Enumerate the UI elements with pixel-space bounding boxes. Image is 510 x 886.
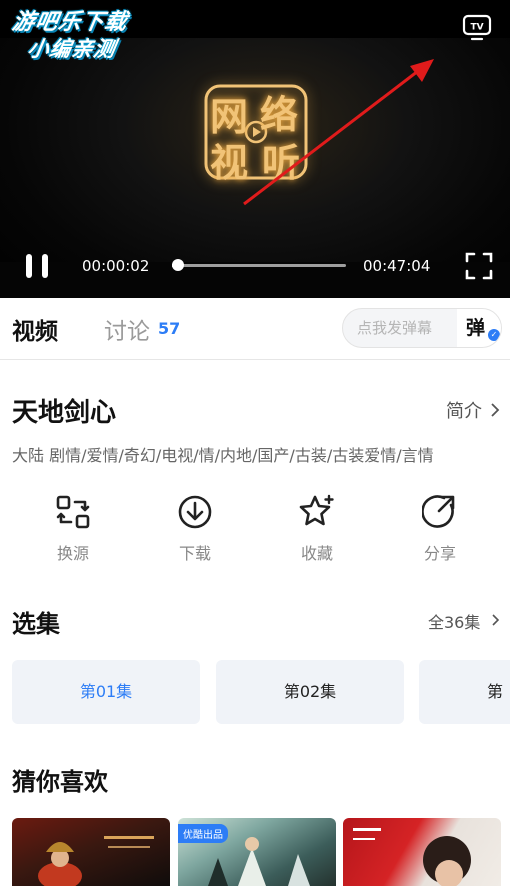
download-button[interactable]: 下载	[155, 494, 235, 572]
show-title: 天地剑心	[12, 398, 117, 428]
switch-source-label: 换源	[56, 544, 89, 563]
total-time: 00:47:04	[363, 257, 431, 275]
episode-item[interactable]: 第01集	[12, 660, 200, 724]
recommend-title: 猜你喜欢	[12, 768, 108, 796]
progress-slider[interactable]	[172, 259, 346, 271]
star-icon	[299, 494, 334, 526]
episode-item[interactable]: 第03集	[419, 660, 510, 724]
episodes-title: 选集	[12, 610, 60, 638]
discuss-count-badge: 57	[158, 319, 181, 338]
episode-label: 第03集	[487, 682, 504, 701]
player-controls-bar	[0, 262, 510, 298]
recommend-thumbnail[interactable]: 优酷出品	[178, 818, 336, 886]
share-icon	[422, 495, 455, 528]
tv-label: TV	[470, 23, 483, 33]
episode-item[interactable]: 第02集	[216, 660, 404, 724]
episode-label: 第02集	[283, 682, 337, 701]
danmu-button[interactable]: 弹 ✓	[457, 309, 501, 347]
danmu-box: 弹 ✓	[342, 308, 502, 348]
switch-source-icon	[56, 495, 90, 529]
watermark: 游吧乐下载 小编亲测	[5, 10, 154, 62]
intro-link[interactable]: 简介	[446, 397, 482, 423]
tab-video[interactable]: 视频	[12, 312, 58, 346]
annotation-arrow	[243, 59, 434, 206]
chevron-right-icon[interactable]	[491, 614, 500, 626]
tab-discuss[interactable]: 讨论	[104, 312, 150, 346]
switch-source-button[interactable]: 换源	[33, 494, 113, 572]
fullscreen-icon[interactable]	[465, 252, 493, 280]
genre-tags: 大陆 剧情/爱情/奇幻/电视/情/内地/国产/古装/古装爱情/言情	[12, 446, 434, 465]
watermark-line2: 小编亲测	[25, 37, 118, 61]
danmu-input[interactable]	[343, 309, 457, 347]
check-icon: ✓	[488, 329, 500, 341]
danmu-button-label: 弹	[466, 317, 486, 339]
pause-icon[interactable]	[24, 252, 52, 280]
recommend-thumbnail[interactable]	[12, 818, 170, 886]
tab-bar: 视频 讨论 57 弹 ✓	[0, 298, 510, 360]
youku-badge: 优酷出品	[178, 824, 228, 843]
poster-art	[353, 828, 471, 886]
favorite-label: 收藏	[300, 544, 333, 563]
tv-cast-icon[interactable]: TV	[462, 14, 492, 42]
recommend-thumbnail[interactable]	[343, 818, 501, 886]
poster-art	[38, 836, 154, 886]
share-button[interactable]: 分享	[400, 494, 480, 572]
share-label: 分享	[423, 544, 456, 563]
download-label: 下载	[178, 544, 211, 563]
download-icon	[178, 495, 212, 529]
watermark-line1: 游吧乐下载	[10, 10, 130, 35]
episode-label: 第01集	[79, 682, 133, 701]
video-player[interactable]: 游吧乐下载 小编亲测 TV 网 络 视 听 00:00:02 00:47:04	[0, 0, 510, 298]
chevron-right-icon[interactable]	[490, 403, 500, 417]
favorite-button[interactable]: 收藏	[277, 494, 357, 572]
action-row: 换源 下载 收藏 分享	[0, 494, 510, 574]
all-episodes-link[interactable]: 全36集	[428, 609, 480, 633]
progress-knob[interactable]	[172, 259, 185, 271]
current-time: 00:00:02	[82, 257, 150, 275]
